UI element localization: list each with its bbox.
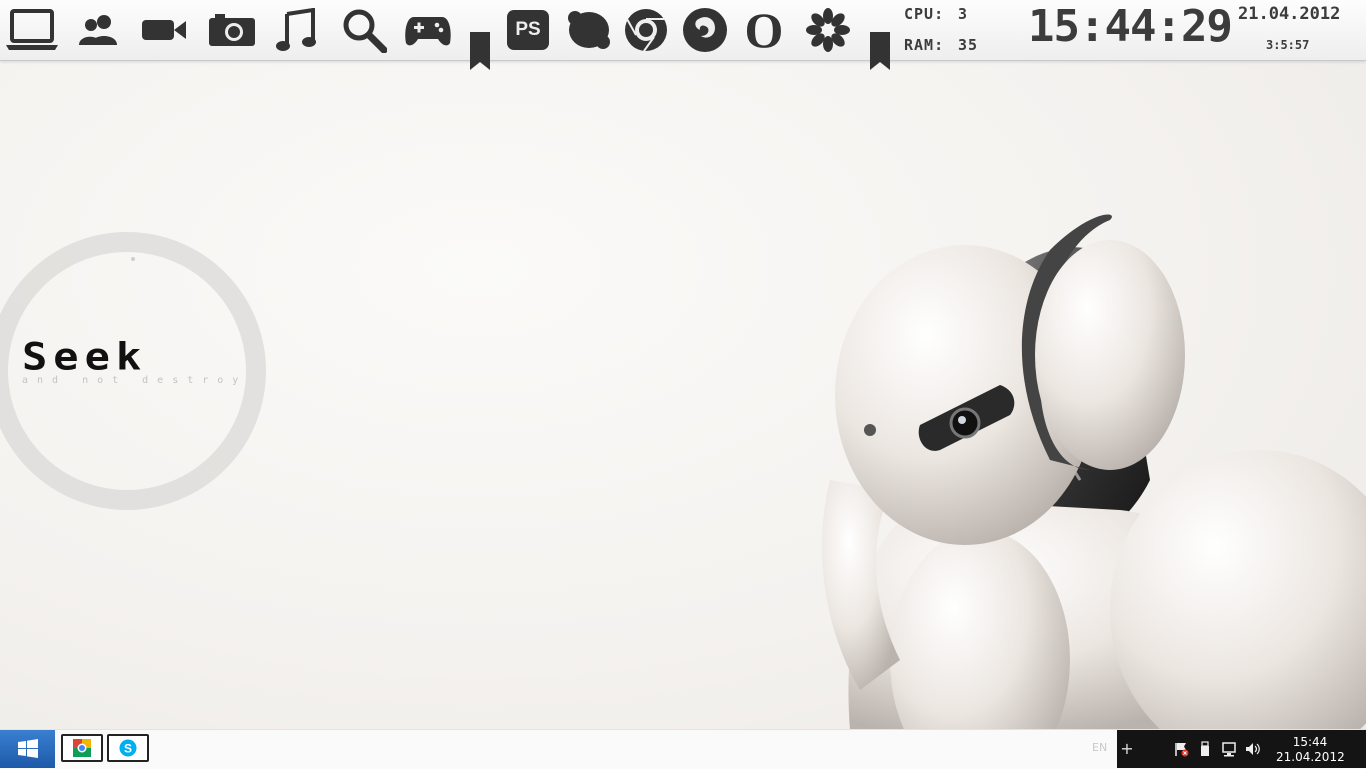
- clock-time: 15:44:29: [1028, 1, 1233, 52]
- photo-camera-icon[interactable]: [204, 4, 260, 56]
- seek-widget-subtitle: and not destroy: [22, 375, 248, 386]
- opera-icon[interactable]: O: [736, 4, 792, 56]
- skype-icon: S: [119, 739, 137, 757]
- robot-wallpaper-art: [821, 214, 1366, 730]
- clock-uptime: 3:5:57: [1266, 38, 1310, 52]
- photoshop-icon[interactable]: PS: [500, 4, 556, 56]
- tray-clock-time[interactable]: 15:44: [1280, 735, 1340, 749]
- cpu-value: 3: [958, 5, 969, 23]
- users-icon[interactable]: [70, 4, 126, 56]
- top-dock-bar: PS O CPU: 3 RAM: 35 15:44:29 21.04.2012 …: [0, 0, 1366, 70]
- video-camera-icon[interactable]: [136, 4, 192, 56]
- chrome-icon[interactable]: [618, 4, 674, 56]
- tray-expand-button[interactable]: +: [1118, 739, 1136, 758]
- action-center-flag-icon[interactable]: [1172, 740, 1190, 758]
- asterisk-icon[interactable]: [800, 4, 856, 56]
- skype-icon[interactable]: [561, 4, 617, 56]
- language-indicator[interactable]: EN: [1092, 741, 1107, 754]
- network-icon[interactable]: [1220, 740, 1238, 758]
- firefox-icon[interactable]: [677, 4, 733, 56]
- ram-value: 35: [958, 36, 979, 54]
- clock-date: 21.04.2012: [1238, 4, 1341, 24]
- seek-widget-dot: [131, 257, 135, 261]
- bookmark-icon: [870, 32, 890, 70]
- taskbar-skype-button[interactable]: S: [107, 734, 149, 762]
- volume-icon[interactable]: [1244, 740, 1262, 758]
- taskbar-chrome-button[interactable]: [61, 734, 103, 762]
- start-button[interactable]: [0, 730, 55, 768]
- svg-text:S: S: [124, 742, 132, 756]
- cpu-label: CPU:: [904, 5, 945, 23]
- usb-device-icon[interactable]: [1196, 740, 1214, 758]
- laptop-icon[interactable]: [4, 4, 60, 56]
- music-note-icon[interactable]: [268, 4, 324, 56]
- gamepad-icon[interactable]: [400, 4, 456, 56]
- seek-widget-title: Seek: [22, 334, 148, 379]
- tray-clock-date[interactable]: 21.04.2012: [1276, 750, 1345, 764]
- ram-label: RAM:: [904, 36, 945, 54]
- bookmark-icon: [470, 32, 490, 70]
- search-icon[interactable]: [336, 4, 392, 56]
- windows-logo-icon: [17, 739, 38, 758]
- chrome-icon: [73, 739, 91, 757]
